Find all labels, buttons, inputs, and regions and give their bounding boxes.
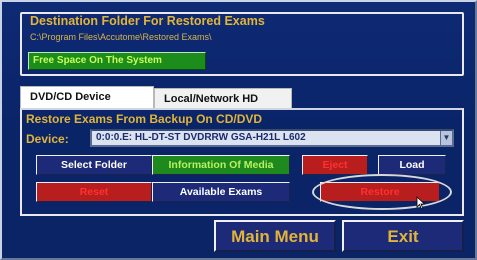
mouse-pointer-icon [416, 196, 426, 210]
tab-dvd-cd-device[interactable]: DVD/CD Device [20, 86, 154, 108]
destination-folder-path: C:\Program Files\Accutome\Restored Exams… [30, 32, 212, 42]
device-select[interactable]: 0:0:0.E: HL-DT-ST DVDRRW GSA-H21L L602 ▼ [90, 129, 454, 147]
device-select-value: 0:0:0.E: HL-DT-ST DVDRRW GSA-H21L L602 [96, 132, 306, 143]
device-label: Device: [26, 132, 69, 146]
tab-local-network-hd[interactable]: Local/Network HD [154, 88, 292, 108]
load-button[interactable]: Load [378, 155, 446, 175]
free-space-indicator: Free Space On The System [28, 52, 206, 70]
destination-folder-title: Destination Folder For Restored Exams [30, 14, 265, 28]
information-of-media-button[interactable]: Information Of Media [152, 155, 290, 175]
reset-button[interactable]: Reset [36, 182, 152, 202]
select-folder-button[interactable]: Select Folder [36, 155, 152, 175]
available-exams-button[interactable]: Available Exams [152, 182, 290, 202]
exit-button[interactable]: Exit [342, 220, 464, 252]
main-menu-button[interactable]: Main Menu [214, 220, 336, 252]
destination-folder-group: Destination Folder For Restored Exams C:… [20, 12, 464, 76]
chevron-down-icon[interactable]: ▼ [440, 131, 452, 145]
restore-exams-window: Destination Folder For Restored Exams C:… [0, 0, 477, 260]
eject-button[interactable]: Eject [302, 155, 368, 175]
restore-panel-title: Restore Exams From Backup On CD/DVD [26, 112, 263, 126]
